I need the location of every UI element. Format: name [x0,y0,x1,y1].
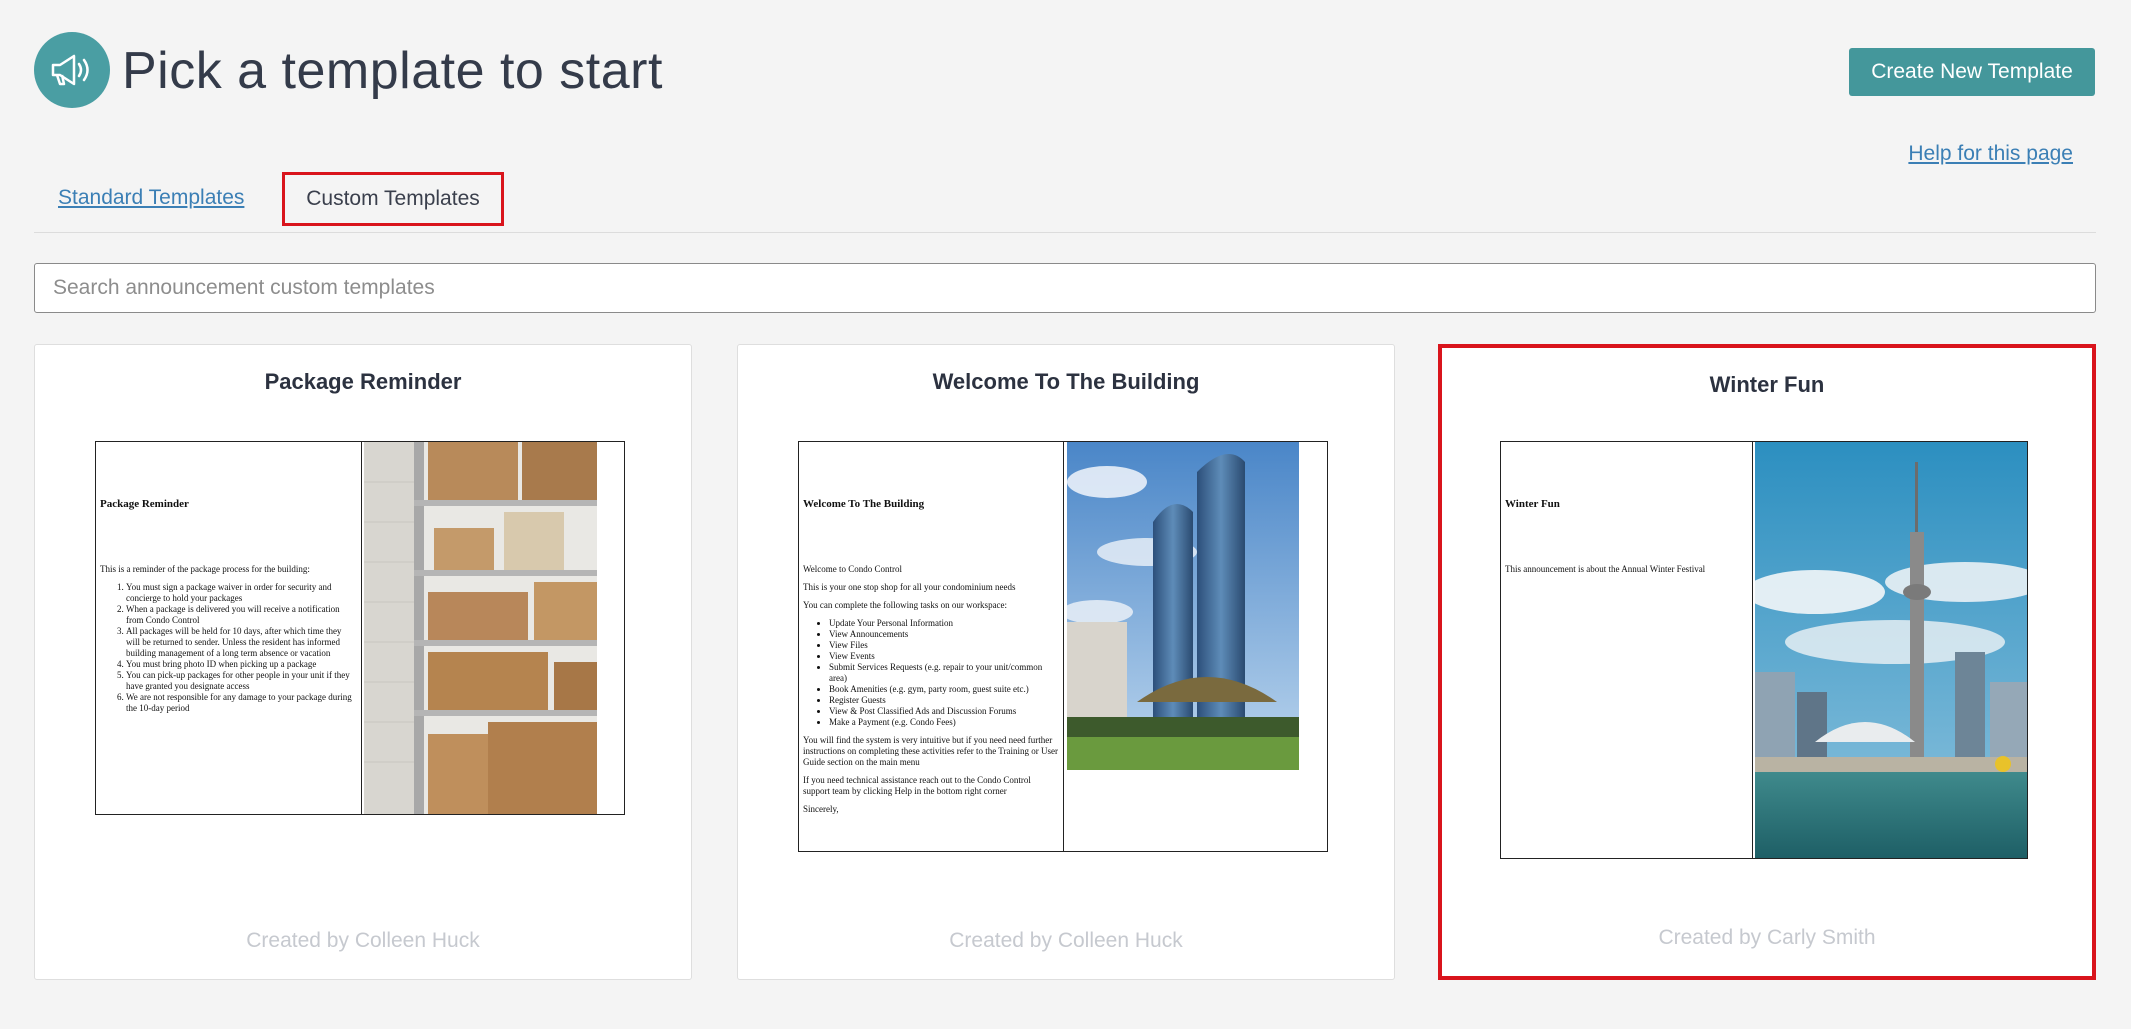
preview-list-item: View & Post Classified Ads and Discussio… [829,706,1059,717]
template-preview: Winter Fun This announcement is about th… [1500,441,2028,859]
toronto-skyline-photo [1755,442,2027,858]
preview-paragraph: If you need technical assistance reach o… [803,775,1031,796]
preview-list-item: View Announcements [829,629,1059,640]
preview-list-item: Update Your Personal Information [829,618,1059,629]
glass-towers-photo [1067,442,1299,770]
template-preview: Welcome To The Building Welcome to Condo… [798,441,1328,852]
search-input[interactable] [34,263,2096,313]
card-title: Package Reminder [264,369,462,394]
create-new-template-button[interactable]: Create New Template [1849,48,2095,96]
preview-list-item: Register Guests [829,695,1059,706]
page-title: Pick a template to start [122,42,663,100]
preview-paragraph: You will find the system is very intuiti… [803,735,1058,767]
logo-icon [34,32,110,108]
preview-list-item: All packages will be held for 10 days, a… [126,626,357,659]
template-card-package-reminder[interactable]: Package Reminder Package Reminder This i… [34,344,692,980]
preview-list-item: When a package is delivered you will rec… [126,604,357,626]
template-card-winter-fun[interactable]: Winter Fun Winter Fun This announcement … [1438,344,2096,980]
card-title: Welcome To The Building [932,369,1200,394]
preview-paragraph: This announcement is about the Annual Wi… [1505,564,1706,574]
preview-paragraph: This is your one stop shop for all your … [803,582,1016,592]
package-shelf-photo [364,442,597,814]
preview-heading: Welcome To The Building [803,498,925,510]
card-author: Created by Colleen Huck [949,929,1183,952]
tab-standard-templates[interactable]: Standard Templates [58,186,244,210]
preview-text-column: Winter Fun This announcement is about th… [1501,442,1753,858]
preview-paragraph: You can complete the following tasks on … [803,600,1008,610]
template-card-welcome-to-the-building[interactable]: Welcome To The Building Welcome To The B… [737,344,1395,980]
preview-list-item: We are not responsible for any damage to… [126,692,357,714]
card-title: Winter Fun [1709,372,1825,397]
preview-text-column: Welcome To The Building Welcome to Condo… [799,442,1064,851]
preview-paragraph: This is a reminder of the package proces… [100,564,310,574]
preview-heading: Package Reminder [100,498,189,510]
template-tabs: Standard Templates Custom Templates [34,172,2096,233]
template-preview: Package Reminder This is a reminder of t… [95,441,625,815]
preview-list-item: You must bring photo ID when picking up … [126,659,357,670]
preview-heading: Winter Fun [1505,498,1560,510]
preview-list-item: You can pick-up packages for other peopl… [126,670,357,692]
preview-list-item: You must sign a package waiver in order … [126,582,357,604]
preview-paragraph: Sincerely, [803,804,839,814]
card-author: Created by Carly Smith [1658,926,1876,949]
preview-list-item: Book Amenities (e.g. gym, party room, gu… [829,684,1059,695]
preview-list-item: View Files [829,640,1059,651]
preview-list-item: Submit Services Requests (e.g. repair to… [829,662,1059,684]
preview-paragraph: Welcome to Condo Control [803,564,903,574]
tab-custom-templates[interactable]: Custom Templates [282,172,504,226]
help-link[interactable]: Help for this page [1908,142,2073,166]
preview-text-column: Package Reminder This is a reminder of t… [96,442,362,814]
preview-list-item: View Events [829,651,1059,662]
card-author: Created by Colleen Huck [246,929,480,952]
megaphone-icon [51,54,89,86]
preview-list-item: Make a Payment (e.g. Condo Fees) [829,717,1059,728]
